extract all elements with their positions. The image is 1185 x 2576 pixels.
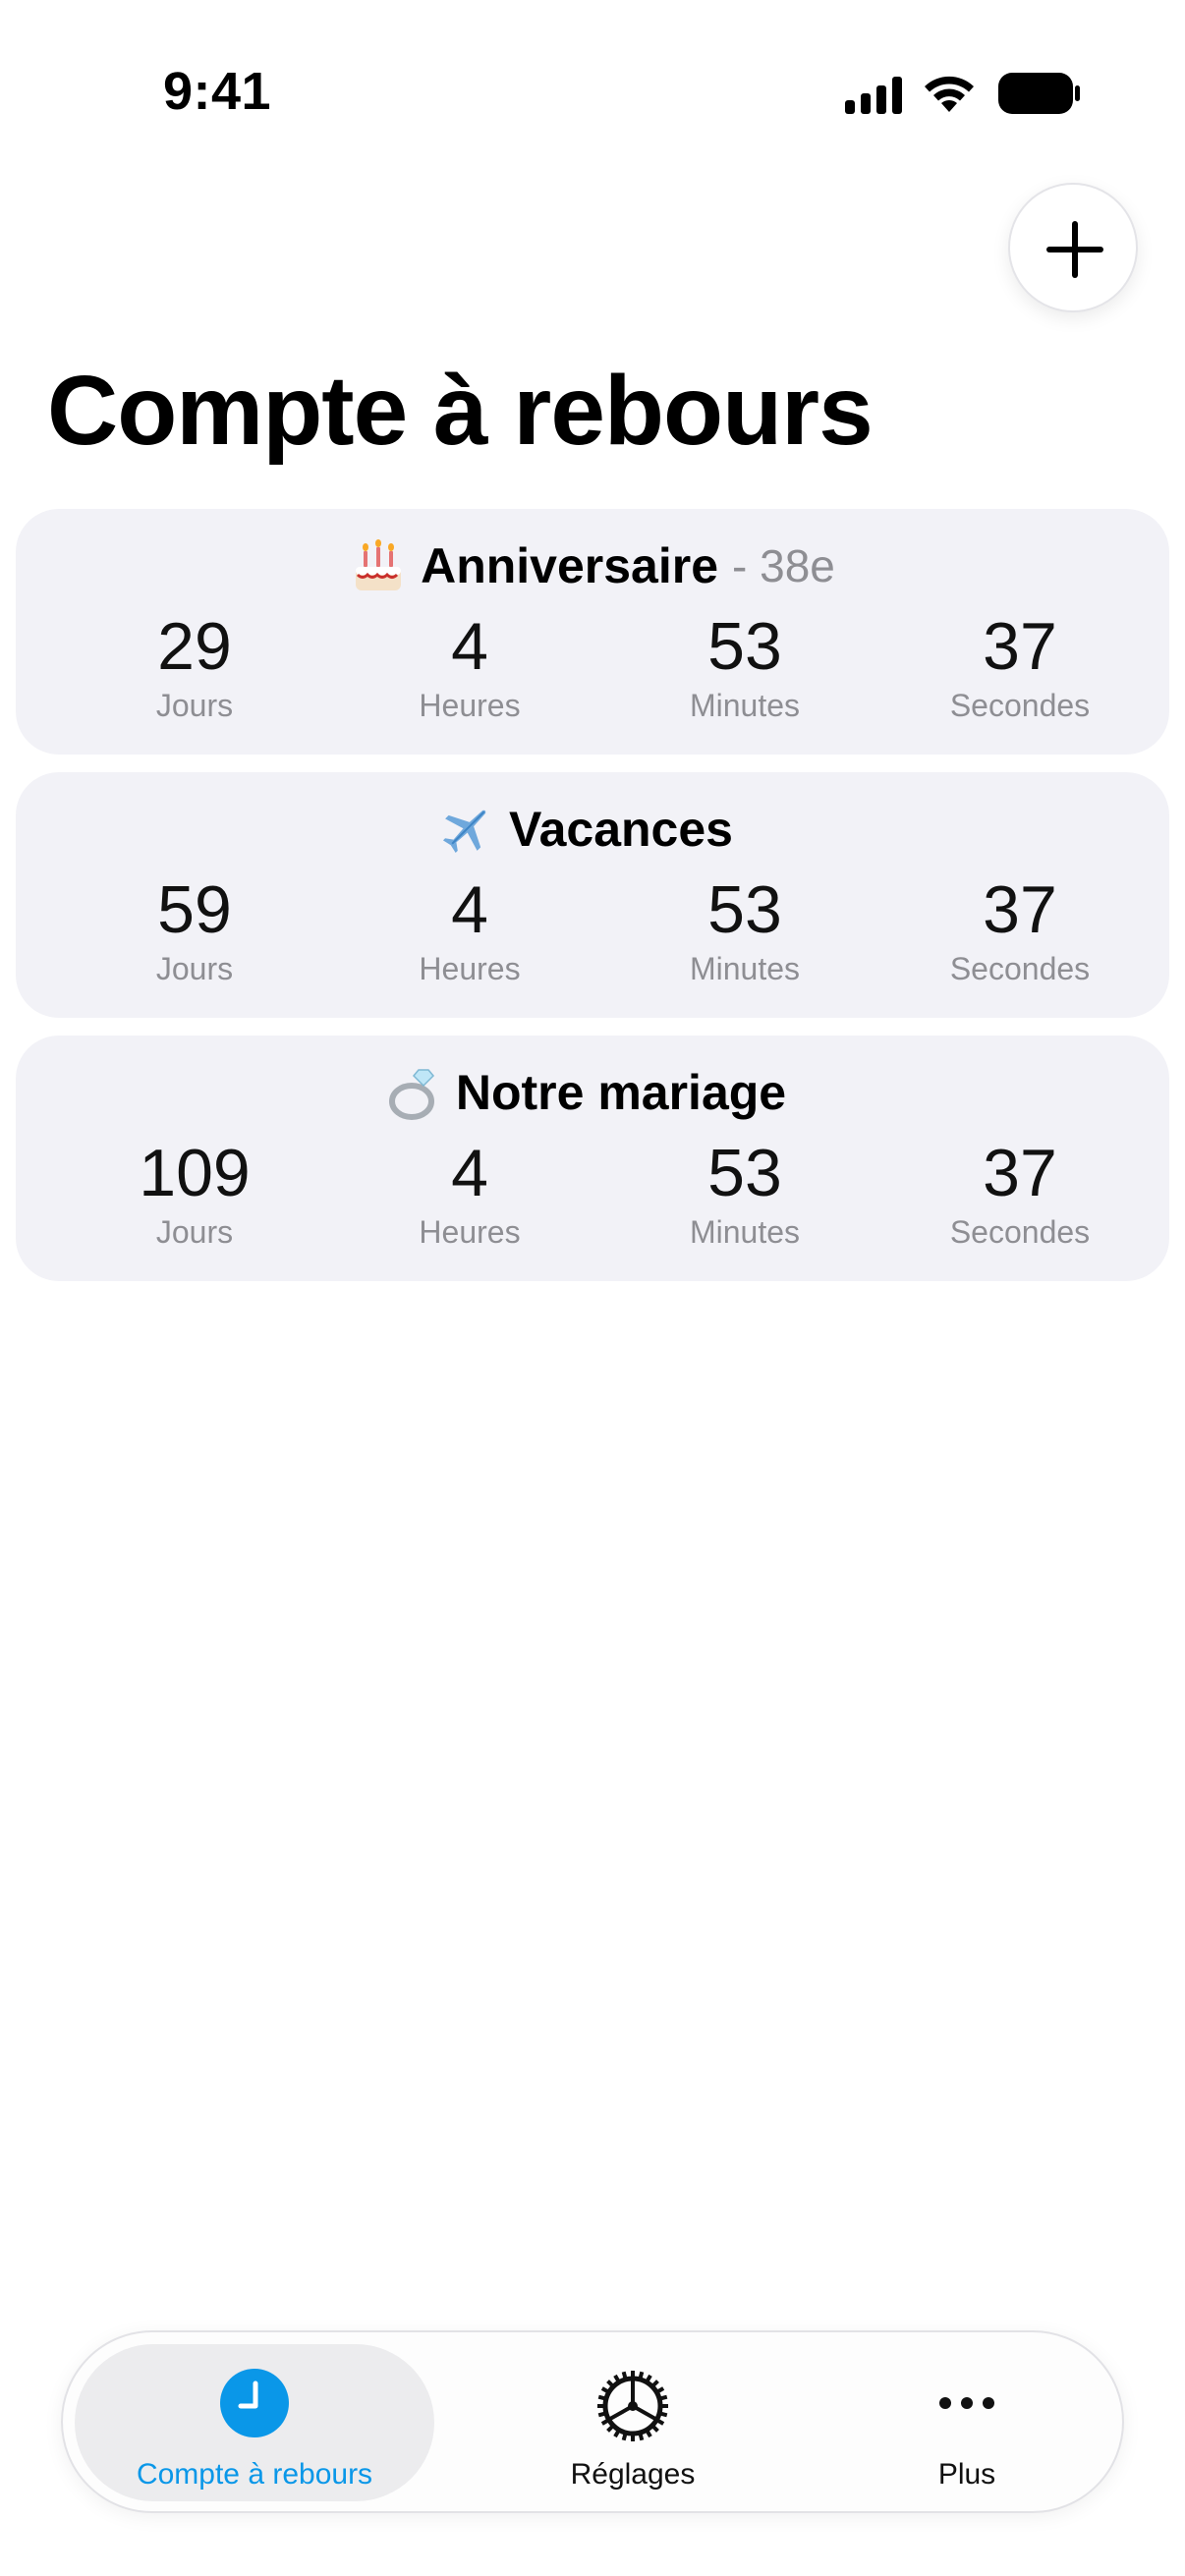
unit-days: 29 Jours (57, 607, 332, 725)
clock-icon (220, 2369, 289, 2437)
unit-minutes: 53 Minutes (607, 1134, 882, 1252)
unit-label: Secondes (949, 951, 1091, 986)
unit-value: 37 (983, 1136, 1057, 1210)
unit-label: Minutes (689, 688, 801, 723)
unit-value: 53 (707, 872, 782, 947)
gear-tooth (656, 2418, 665, 2426)
gear-tooth (597, 2394, 606, 2401)
gear-tooth (621, 2433, 628, 2441)
gear-tooth (606, 2425, 614, 2433)
unit-label: Jours (155, 688, 234, 723)
unit-value: 4 (451, 1136, 488, 1210)
unit-value: 4 (451, 609, 488, 684)
unit-hours: 4 Heures (332, 1134, 607, 1252)
unit-value: 59 (157, 872, 232, 947)
unit-seconds: 37 Secondes (882, 870, 1157, 988)
countdown-card-vacances[interactable]: Vacances 59 Jours 4 Heures 53 Minutes 37 Sec… (16, 772, 1169, 1018)
unit-days: 59 Jours (57, 870, 332, 988)
unit-hours: 4 Heures (332, 607, 607, 725)
plus-icon (1046, 221, 1103, 278)
battery-icon (998, 73, 1080, 114)
tab-plus[interactable]: Plus (819, 2342, 1114, 2501)
unit-seconds: 37 Secondes (882, 1134, 1157, 1252)
gear-tooth (659, 2411, 668, 2418)
status-time: 9:41 (163, 62, 272, 121)
wifi-icon (925, 76, 974, 112)
tab-bar: Compte à rebours Réglages Plus (61, 2330, 1124, 2513)
unit-days: 109 Jours (57, 1134, 332, 1252)
unit-value: 29 (157, 609, 232, 684)
gear-tooth (613, 2374, 621, 2382)
unit-label: Jours (155, 951, 234, 986)
gear-tooth (659, 2394, 668, 2401)
card-title: Vacances (509, 802, 733, 857)
gear-tooth (621, 2371, 628, 2380)
card-header: Vacances (16, 794, 1169, 865)
countdown-card-anniversaire[interactable]: Anniversaire - 38e 29 Jours 4 Heures 53 Min… (16, 509, 1169, 755)
card-title: Notre mariage (455, 1065, 787, 1120)
gear-tooth (645, 2430, 652, 2438)
ellipsis-icon (939, 2397, 994, 2409)
add-countdown-button[interactable] (1008, 183, 1138, 312)
unit-value: 4 (451, 872, 488, 947)
card-header: Notre mariage (16, 1057, 1169, 1128)
tab-compte-a-rebours[interactable]: Compte à rebours (75, 2342, 434, 2501)
unit-label: Secondes (949, 1214, 1091, 1250)
gear-icon (597, 2371, 668, 2441)
unit-label: Jours (155, 1214, 234, 1250)
countdown-card-notre-mariage[interactable]: Notre mariage 109 Jours 4 Heures 53 Minutes… (16, 1036, 1169, 1281)
gear-tooth (606, 2380, 614, 2387)
gear-tooth (600, 2386, 609, 2394)
ring-icon (388, 1069, 434, 1120)
gear-tooth (656, 2386, 665, 2394)
tab-reglages[interactable]: Réglages (485, 2342, 780, 2501)
unit-label: Secondes (949, 688, 1091, 723)
unit-label: Minutes (689, 1214, 801, 1250)
unit-value: 53 (707, 609, 782, 684)
card-subtitle: - 38e (732, 540, 835, 591)
tab-label: Réglages (570, 2458, 696, 2491)
unit-minutes: 53 Minutes (607, 870, 882, 988)
gear-tooth (651, 2425, 659, 2433)
tab-label: Compte à rebours (136, 2458, 373, 2491)
gear-tooth (651, 2380, 659, 2387)
gear-tooth (597, 2411, 606, 2418)
gear-tooth (613, 2430, 621, 2438)
gear-tooth (600, 2418, 609, 2426)
gear-tooth (638, 2371, 645, 2380)
unit-value: 109 (139, 1136, 251, 1210)
unit-label: Heures (419, 951, 521, 986)
page-title: Compte à rebours (47, 356, 874, 466)
unit-value: 53 (707, 1136, 782, 1210)
airplane-icon (442, 810, 486, 854)
gear-tooth (638, 2433, 645, 2441)
gear-tooth (645, 2374, 652, 2382)
cellular-signal-icon (845, 77, 902, 114)
tab-label: Plus (937, 2458, 996, 2491)
unit-value: 37 (983, 872, 1057, 947)
unit-label: Minutes (689, 951, 801, 986)
unit-value: 37 (983, 609, 1057, 684)
unit-seconds: 37 Secondes (882, 607, 1157, 725)
unit-hours: 4 Heures (332, 870, 607, 988)
unit-minutes: 53 Minutes (607, 607, 882, 725)
unit-label: Heures (419, 688, 521, 723)
card-title: Anniversaire (421, 538, 719, 593)
unit-label: Heures (419, 1214, 521, 1250)
birthday-cake-icon (356, 539, 402, 590)
card-header: Anniversaire - 38e (16, 531, 1169, 601)
status-icons (845, 71, 1081, 122)
